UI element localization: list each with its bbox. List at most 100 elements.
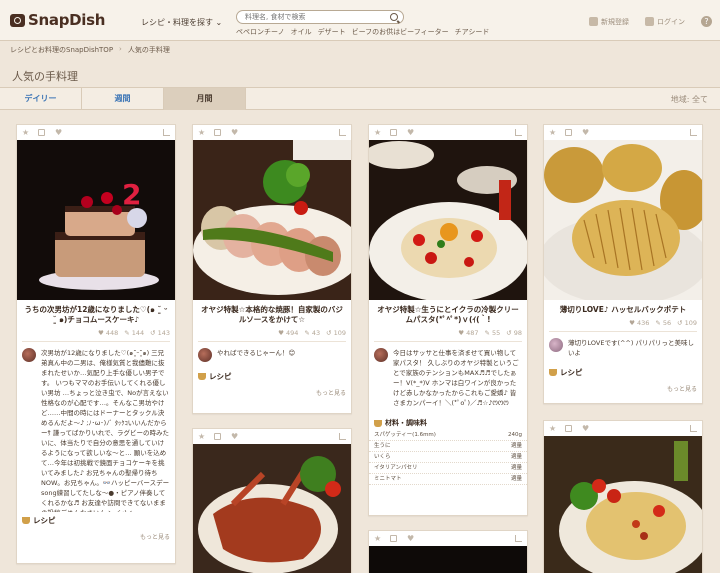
- tag-link[interactable]: ビーフのお供はビーフィーター: [352, 27, 449, 37]
- tag-link[interactable]: ペペロンチーノ: [236, 27, 285, 37]
- heart-icon[interactable]: ♥: [231, 433, 238, 441]
- pencil-icon: [589, 17, 598, 26]
- search-box: [236, 10, 404, 24]
- card-title[interactable]: 薄切りLOVE♪ ハッセルバックポテト: [544, 300, 702, 317]
- crab-photo: [198, 456, 341, 573]
- resnap-icon[interactable]: [565, 129, 572, 136]
- avatar[interactable]: [198, 348, 212, 362]
- share-icon[interactable]: [163, 129, 170, 136]
- search-icon[interactable]: [390, 13, 398, 21]
- dish-photo[interactable]: [369, 140, 527, 300]
- dish-card[interactable]: ★ ♥: [192, 428, 352, 573]
- tag-link[interactable]: デザート: [318, 27, 346, 37]
- more-link[interactable]: もっと見る: [17, 529, 175, 547]
- avatar[interactable]: [22, 348, 36, 362]
- resnap-icon[interactable]: [390, 129, 397, 136]
- dish-photo[interactable]: [193, 444, 351, 573]
- heart-icon[interactable]: ♥: [231, 129, 238, 137]
- star-icon[interactable]: ★: [374, 129, 381, 137]
- card-title[interactable]: オヤジ特製☆本格的な焼豚！自家製のバジルソースをかけて☆: [193, 300, 351, 327]
- share-icon[interactable]: [339, 433, 346, 440]
- breadcrumb-home[interactable]: レシピとお料理のSnapDishTOP: [10, 45, 113, 55]
- ingredient-amount: 240g: [508, 432, 522, 438]
- category-menu[interactable]: レシピ・料理を探す ⌄: [141, 17, 222, 28]
- recipe-link[interactable]: レシピ: [544, 364, 702, 381]
- like-count: 487: [458, 329, 478, 337]
- chef-hat-icon: [22, 517, 30, 524]
- dish-card[interactable]: ★ ♥: [368, 530, 528, 573]
- recipe-link[interactable]: レシピ: [17, 512, 175, 529]
- resnap-icon[interactable]: [38, 129, 45, 136]
- ingredient-name: イタリアンパセリ: [374, 465, 418, 471]
- dish-photo[interactable]: 2: [17, 140, 175, 300]
- recipe-label: レシピ: [209, 372, 232, 381]
- help-icon[interactable]: ?: [701, 16, 712, 27]
- ingredient-name: 生うに: [374, 443, 391, 449]
- card-actions: ★ ♥: [544, 421, 702, 436]
- tab-weekly[interactable]: 週間: [82, 88, 164, 110]
- heart-icon[interactable]: ♥: [582, 129, 589, 137]
- recipe-link[interactable]: レシピ: [193, 368, 351, 385]
- card-actions: ★ ♥: [193, 125, 351, 140]
- heart-icon[interactable]: ♥: [407, 535, 414, 543]
- tab-daily[interactable]: デイリー: [0, 88, 82, 110]
- chef-hat-icon: [549, 369, 557, 376]
- dish-card[interactable]: ★ ♥ オヤジ特製☆本格的な焼豚！自家製のバジルソースをかけて☆ 494 43 …: [192, 124, 352, 414]
- search-input[interactable]: [237, 11, 387, 23]
- heart-icon[interactable]: ♥: [407, 129, 414, 137]
- star-icon[interactable]: ★: [198, 433, 205, 441]
- ingredient-row: 生うに 適量: [369, 441, 527, 452]
- resnap-icon[interactable]: [565, 425, 572, 432]
- star-icon[interactable]: ★: [374, 535, 381, 543]
- more-link[interactable]: もっと見る: [544, 381, 702, 399]
- dish-photo[interactable]: [369, 546, 527, 573]
- more-link[interactable]: もっと見る: [193, 385, 351, 403]
- dish-card[interactable]: ★ ♥ 2 うちの次男坊が12歳になりました♡(๑ ˘͈ ᵕ ˘͈ ๑)チョコム…: [16, 124, 176, 564]
- resnap-icon[interactable]: [390, 535, 397, 542]
- star-icon[interactable]: ★: [198, 129, 205, 137]
- dish-card[interactable]: ★ ♥ オヤジ特製☆生うにとイクラの冷製クリームパスタ(*ﾟ^ﾟ*)ｖ(ｲ(｀!…: [368, 124, 528, 516]
- dish-card[interactable]: ★ ♥: [543, 420, 703, 573]
- tab-monthly[interactable]: 月間: [164, 88, 246, 110]
- resnap-icon[interactable]: [214, 433, 221, 440]
- chef-hat-icon: [374, 419, 382, 427]
- like-count: 494: [278, 329, 298, 337]
- signup-link[interactable]: 新規登録: [589, 17, 629, 27]
- share-icon[interactable]: [690, 425, 697, 432]
- star-icon[interactable]: ★: [549, 129, 556, 137]
- avatar[interactable]: [374, 348, 388, 362]
- share-icon[interactable]: [515, 535, 522, 542]
- card-actions: ★ ♥: [17, 125, 175, 140]
- comment-text: 次男坊が12歳になりました♡(๑˘͈ᵕ˘͈๑) 三兄弟真ん中の二男は、俺様気質と…: [41, 349, 170, 512]
- dish-card[interactable]: ★ ♥ 薄切りLOVE♪ ハッセルバックポテト 436 56 109: [543, 124, 703, 404]
- card-stats: 494 43 109: [193, 327, 351, 341]
- tag-link[interactable]: チアシード: [455, 27, 490, 37]
- card-stats: 487 55 98: [369, 327, 527, 341]
- login-link[interactable]: ログイン: [645, 17, 685, 27]
- comment-count: 56: [655, 319, 671, 327]
- recipe-label: レシピ: [33, 516, 56, 525]
- tag-link[interactable]: オイル: [291, 27, 312, 37]
- dish-photo[interactable]: [544, 140, 702, 300]
- share-icon[interactable]: [690, 129, 697, 136]
- camera-icon: [10, 13, 25, 27]
- dish-photo[interactable]: [544, 436, 702, 573]
- heart-icon[interactable]: ♥: [55, 129, 62, 137]
- share-icon[interactable]: [339, 129, 346, 136]
- comment-count: 55: [485, 329, 500, 337]
- avatar[interactable]: [549, 338, 563, 352]
- card-title[interactable]: オヤジ特製☆生うにとイクラの冷製クリームパスタ(*ﾟ^ﾟ*)ｖ(ｲ(｀!: [369, 300, 527, 327]
- region-filter[interactable]: 地域: 全て: [671, 94, 708, 105]
- spaghetti-photo: [559, 441, 702, 573]
- star-icon[interactable]: ★: [549, 425, 556, 433]
- heart-icon[interactable]: ♥: [582, 425, 589, 433]
- star-icon[interactable]: ★: [22, 129, 29, 137]
- snapdish-logo[interactable]: SnapDish: [10, 11, 105, 29]
- dish-photo[interactable]: [193, 140, 351, 300]
- share-icon[interactable]: [515, 129, 522, 136]
- ingredient-amount: 適量: [510, 465, 522, 471]
- card-title[interactable]: うちの次男坊が12歳になりました♡(๑ ˘͈ ᵕ ˘͈ ๑)チョコムースケーキ♪: [17, 300, 175, 327]
- resnap-icon[interactable]: [214, 129, 221, 136]
- trending-tags: ペペロンチーノ オイル デザート ビーフのお供はビーフィーター チアシード: [236, 27, 489, 37]
- ingredient-name: スパゲッティー(1.6mm): [374, 432, 436, 438]
